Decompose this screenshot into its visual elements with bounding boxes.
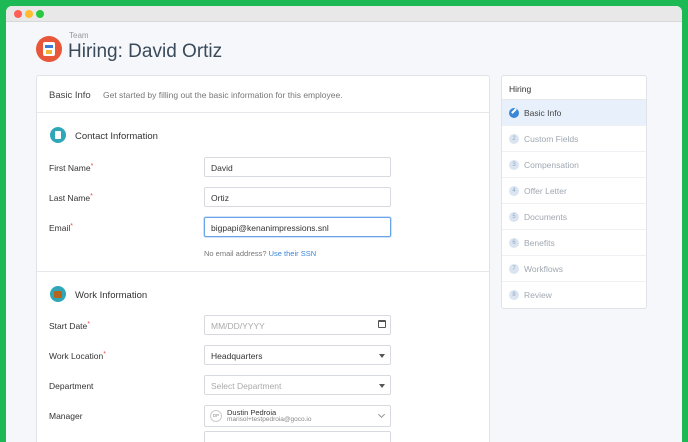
basic-info-title: Basic Info bbox=[49, 90, 91, 101]
sidebar-item-custom-fields[interactable]: 2 Custom Fields bbox=[502, 126, 646, 152]
window-titlebar bbox=[6, 6, 682, 22]
next-field[interactable] bbox=[204, 431, 391, 442]
sidebar-item-benefits[interactable]: 6 Benefits bbox=[502, 230, 646, 256]
sidebar-item-label: Workflows bbox=[524, 264, 564, 274]
step-number: 2 bbox=[509, 134, 519, 144]
last-name-input[interactable]: Ortiz bbox=[204, 187, 391, 207]
step-number: 7 bbox=[509, 264, 519, 274]
sidebar-item-label: Benefits bbox=[524, 238, 555, 248]
basic-info-description: Get started by filling out the basic inf… bbox=[103, 90, 343, 100]
work-location-label: Work Location* bbox=[49, 351, 106, 361]
step-number: 6 bbox=[509, 238, 519, 248]
calendar-icon[interactable] bbox=[378, 320, 386, 328]
basic-info-header: Basic Info Get started by filling out th… bbox=[37, 76, 489, 113]
sidebar-item-compensation[interactable]: 3 Compensation bbox=[502, 152, 646, 178]
no-email-hint: No email address? Use their SSN bbox=[204, 249, 317, 258]
start-date-input[interactable]: MM/DD/YYYY bbox=[204, 315, 391, 335]
sidebar-item-basic-info[interactable]: Basic Info bbox=[502, 100, 646, 126]
sidebar-item-label: Offer Letter bbox=[524, 186, 567, 196]
dropdown-caret-icon bbox=[379, 354, 385, 358]
sidebar-item-offer-letter[interactable]: 4 Offer Letter bbox=[502, 178, 646, 204]
sidebar-item-workflows[interactable]: 7 Workflows bbox=[502, 256, 646, 282]
first-name-input[interactable]: David bbox=[204, 157, 391, 177]
sidebar-item-label: Review bbox=[524, 290, 552, 300]
department-select[interactable]: Select Department bbox=[204, 375, 391, 395]
avatar: DP bbox=[210, 410, 222, 422]
department-label: Department bbox=[49, 381, 94, 391]
hiring-steps-sidebar: Hiring Basic Info 2 Custom Fields 3 Comp… bbox=[501, 75, 647, 309]
use-ssn-link[interactable]: Use their SSN bbox=[269, 249, 317, 258]
sidebar-item-label: Compensation bbox=[524, 160, 579, 170]
close-window-button[interactable] bbox=[14, 10, 22, 18]
step-number: 5 bbox=[509, 212, 519, 222]
work-location-select[interactable]: Headquarters bbox=[204, 345, 391, 365]
briefcase-icon bbox=[50, 286, 66, 302]
sidebar-item-documents[interactable]: 5 Documents bbox=[502, 204, 646, 230]
pencil-icon bbox=[509, 108, 519, 118]
step-number: 4 bbox=[509, 186, 519, 196]
last-name-label: Last Name* bbox=[49, 193, 93, 203]
first-name-label: First Name* bbox=[49, 163, 94, 173]
email-label: Email* bbox=[49, 223, 73, 233]
dropdown-caret-icon bbox=[379, 384, 385, 388]
page-title: Hiring: David Ortiz bbox=[68, 41, 223, 62]
manager-label: Manager bbox=[49, 411, 83, 421]
contact-card-icon bbox=[50, 127, 66, 143]
start-date-label: Start Date* bbox=[49, 321, 91, 331]
sidebar-item-label: Custom Fields bbox=[524, 134, 579, 144]
step-number: 8 bbox=[509, 290, 519, 300]
work-section-title: Work Information bbox=[75, 290, 148, 301]
chevron-down-icon bbox=[377, 410, 386, 419]
manager-email: marisol+testpedroia@goco.io bbox=[227, 416, 312, 423]
manager-select[interactable]: DP Dustin Pedroia marisol+testpedroia@go… bbox=[204, 405, 391, 427]
minimize-window-button[interactable] bbox=[25, 10, 33, 18]
step-number: 3 bbox=[509, 160, 519, 170]
email-input[interactable]: bigpapi@kenanimpressions.snl bbox=[204, 217, 391, 237]
sidebar-item-label: Basic Info bbox=[524, 108, 562, 118]
breadcrumb[interactable]: Team bbox=[69, 31, 89, 40]
sidebar-item-label: Documents bbox=[524, 212, 567, 222]
section-divider bbox=[37, 271, 489, 272]
hiring-form-card: Basic Info Get started by filling out th… bbox=[36, 75, 490, 442]
sidebar-item-review[interactable]: 8 Review bbox=[502, 282, 646, 308]
sidebar-title: Hiring bbox=[502, 76, 646, 100]
hiring-icon bbox=[36, 36, 62, 62]
contact-section-title: Contact Information bbox=[75, 131, 158, 142]
maximize-window-button[interactable] bbox=[36, 10, 44, 18]
app-window: Team Hiring: David Ortiz Basic Info Get … bbox=[6, 6, 682, 442]
